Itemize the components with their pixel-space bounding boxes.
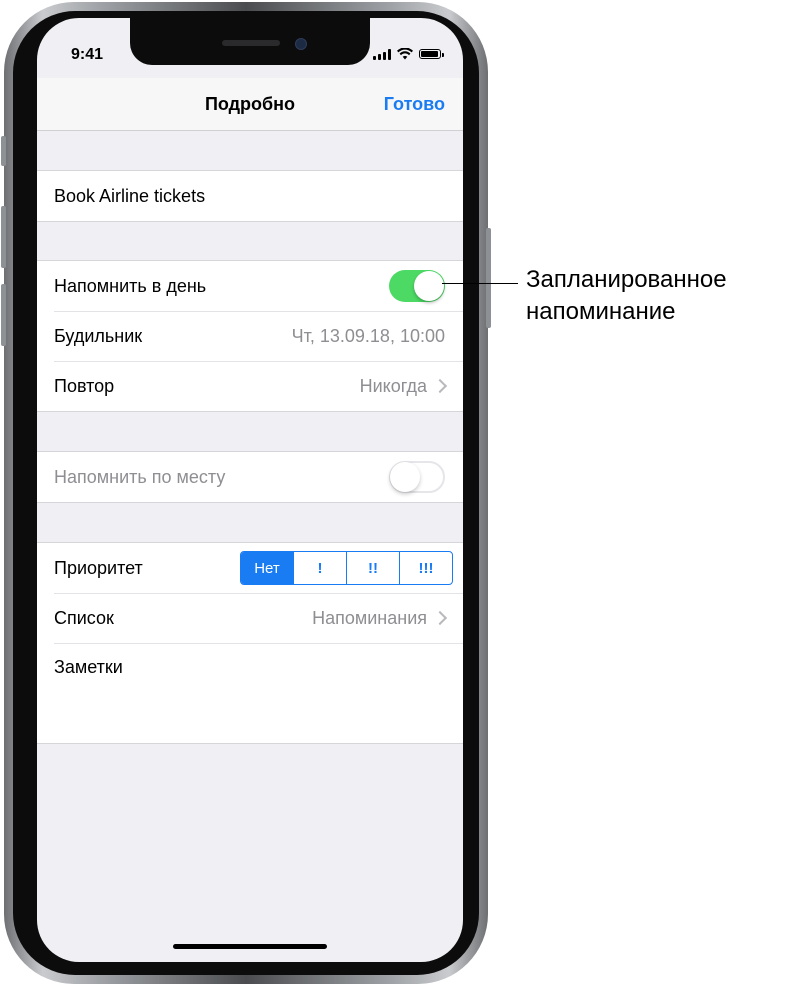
priority-none-segment[interactable]: Нет [241, 552, 293, 584]
remind-location-row: Напомнить по месту [37, 452, 463, 502]
silent-switch [1, 136, 6, 166]
remind-on-day-toggle[interactable] [389, 270, 445, 302]
priority-low-segment[interactable]: ! [293, 552, 346, 584]
priority-medium-segment[interactable]: !! [346, 552, 399, 584]
priority-high-segment[interactable]: !!! [399, 552, 452, 584]
done-button[interactable]: Готово [384, 94, 445, 115]
notes-row[interactable]: Заметки [37, 643, 463, 743]
navigation-bar: Подробно Готово [37, 78, 463, 131]
notes-label: Заметки [54, 657, 123, 677]
wifi-icon [397, 48, 413, 60]
remind-on-day-label: Напомнить в день [54, 275, 207, 296]
list-label: Список [54, 607, 114, 628]
priority-segmented-control: Нет ! !! !!! [240, 551, 453, 585]
callout-line [442, 283, 518, 284]
status-time: 9:41 [71, 46, 104, 63]
task-title-row[interactable]: Book Airline tickets [37, 171, 463, 221]
volume-down-button [1, 284, 6, 346]
remind-location-toggle[interactable] [389, 461, 445, 493]
repeat-row[interactable]: Повтор Никогда [37, 361, 463, 411]
list-row[interactable]: Список Напоминания [37, 593, 463, 643]
phone-frame: 9:41 Подробно Готово Book Airline ticket… [1, 2, 491, 984]
notch [130, 18, 370, 65]
callout-line-1: Запланированное [526, 266, 727, 293]
toggle-knob [414, 271, 444, 301]
chevron-right-icon [432, 610, 448, 626]
alarm-label: Будильник [54, 325, 143, 346]
callout-line-2: напоминание [526, 298, 676, 325]
list-value: Напоминания [312, 607, 427, 628]
reminder-group: Напомнить в день Будильник Чт, 13.09.18,… [37, 260, 463, 412]
volume-up-button [1, 206, 6, 268]
location-group: Напомнить по месту [37, 451, 463, 503]
remind-location-label: Напомнить по месту [54, 466, 226, 487]
toggle-knob [390, 462, 420, 492]
alarm-value: Чт, 13.09.18, 10:00 [291, 325, 445, 346]
speaker [222, 40, 280, 46]
screen: 9:41 Подробно Готово Book Airline ticket… [37, 18, 463, 962]
battery-icon [419, 49, 444, 59]
front-camera [295, 38, 307, 50]
repeat-value: Никогда [359, 375, 427, 396]
priority-row: Приоритет Нет ! !! !!! [37, 543, 463, 593]
repeat-label: Повтор [54, 375, 115, 396]
priority-label: Приоритет [54, 557, 143, 578]
details-group: Приоритет Нет ! !! !!! Список Напоминани… [37, 542, 463, 744]
status-icons [373, 48, 444, 60]
alarm-row[interactable]: Будильник Чт, 13.09.18, 10:00 [37, 311, 463, 361]
chevron-right-icon [432, 378, 448, 394]
callout-text: Запланированное напоминание [526, 264, 727, 328]
task-title-group: Book Airline tickets [37, 170, 463, 222]
home-indicator[interactable] [173, 944, 327, 949]
task-title-text: Book Airline tickets [54, 185, 206, 206]
remind-on-day-row: Напомнить в день [37, 261, 463, 311]
cellular-signal-icon [373, 48, 391, 60]
power-button [486, 228, 491, 328]
